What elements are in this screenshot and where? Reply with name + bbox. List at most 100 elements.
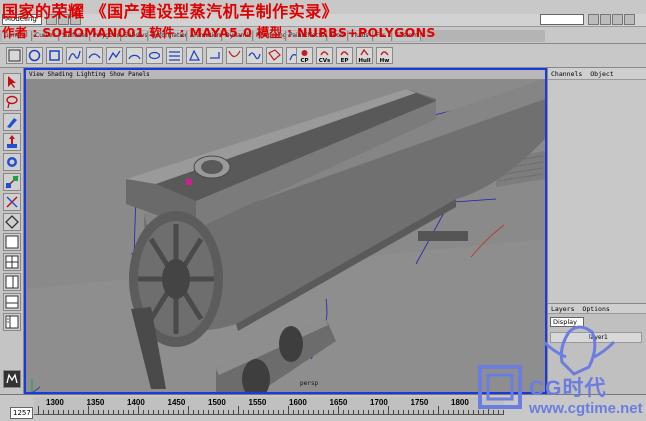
timeline-tick: [338, 406, 339, 414]
timeline-tick-label: 1750: [410, 398, 429, 407]
timeline-tick: [88, 406, 89, 414]
options-menu[interactable]: Options: [582, 305, 609, 313]
channel-box: Channels Object: [547, 68, 646, 303]
timeline-tick-label: 1800: [451, 398, 469, 407]
panel-menu-view[interactable]: View: [29, 71, 43, 78]
perspective-viewport[interactable]: View Shading Lighting Show Panels persp: [24, 68, 547, 394]
timeline-tick: [428, 410, 429, 414]
boundary-icon[interactable]: [246, 47, 263, 64]
square-surface-icon[interactable]: [266, 47, 283, 64]
timeline-tick: [118, 410, 119, 414]
cgtime-watermark: CG时代 www.cgtime.net: [474, 322, 646, 421]
cv-curve-icon[interactable]: [66, 47, 83, 64]
circle-icon[interactable]: [26, 47, 43, 64]
timeline-tick: [453, 410, 454, 414]
timeline-tick: [93, 410, 94, 414]
timeline-tick-label: 1700: [370, 398, 388, 407]
timeline-tick: [138, 406, 139, 414]
timeline-tick: [343, 410, 344, 414]
timeline-tick: [273, 410, 274, 414]
timeline-tick: [153, 410, 154, 414]
layers-menu[interactable]: Layers: [551, 305, 574, 313]
paint-select-icon[interactable]: [3, 113, 21, 131]
timeline-tick: [448, 410, 449, 414]
timeline-tick: [208, 410, 209, 414]
timeline-tick: [298, 410, 299, 414]
cp-button[interactable]: CP: [296, 47, 313, 64]
timeline-tick: [278, 410, 279, 414]
scale-tool-icon[interactable]: [3, 173, 21, 191]
channel-box-toggle-icon[interactable]: [624, 14, 635, 25]
timeline-tick: [108, 410, 109, 414]
timeline-tick: [233, 410, 234, 414]
timeline-tick: [368, 410, 369, 414]
render-icon[interactable]: [588, 14, 599, 25]
camera-label: persp: [300, 380, 319, 387]
timeline-tick: [408, 410, 409, 414]
panel-menu-panels[interactable]: Panels: [128, 71, 150, 78]
select-square-icon[interactable]: [6, 47, 23, 64]
stacked-layout-icon[interactable]: [3, 293, 21, 311]
current-frame-field[interactable]: 1257: [10, 407, 33, 419]
panel-menu-show[interactable]: Show: [110, 71, 124, 78]
cvs-button[interactable]: CVs: [316, 47, 333, 64]
panel-menu-lighting[interactable]: Lighting: [77, 71, 106, 78]
four-pane-layout-icon[interactable]: [3, 253, 21, 271]
panel-menu-shading[interactable]: Shading: [47, 71, 72, 78]
side-layout-icon[interactable]: [3, 273, 21, 291]
pencil-curve-icon[interactable]: [106, 47, 123, 64]
render-globals-icon[interactable]: [612, 14, 623, 25]
channel-box-menu: Channels Object: [548, 68, 646, 80]
select-tool-icon[interactable]: [3, 73, 21, 91]
outliner-layout-icon[interactable]: [3, 313, 21, 331]
timeline-tick: [48, 410, 49, 414]
timeline-tick: [53, 410, 54, 414]
timeline-tick: [128, 410, 129, 414]
ipr-render-icon[interactable]: [600, 14, 611, 25]
manipulator-tool-icon[interactable]: [3, 193, 21, 211]
last-tool-icon[interactable]: [3, 213, 21, 231]
timeline-tick: [193, 410, 194, 414]
timeline-tick-label: 1550: [248, 398, 267, 407]
timeline-tick: [313, 410, 314, 414]
arc-icon[interactable]: [126, 47, 143, 64]
timeline-tick: [113, 410, 114, 414]
overlay-subtitle: 作者 : SOHOMAN001 软件 : MAYA5.0 模型 : NURBS+…: [2, 25, 436, 40]
timeline-tick: [258, 410, 259, 414]
timeline-tick: [323, 410, 324, 414]
extrude-icon[interactable]: [206, 47, 223, 64]
timeline-tick-label: 1500: [208, 398, 226, 407]
revolve-icon[interactable]: [146, 47, 163, 64]
move-tool-icon[interactable]: [3, 133, 21, 151]
lasso-tool-icon[interactable]: [3, 93, 21, 111]
object-menu[interactable]: Object: [590, 70, 613, 78]
command-field[interactable]: [540, 14, 584, 25]
timeline-tick: [218, 410, 219, 414]
timeline-tick-label: 1300: [46, 398, 64, 407]
planar-icon[interactable]: [186, 47, 203, 64]
ep-button[interactable]: EP: [336, 47, 353, 64]
timeline-tick: [458, 410, 459, 414]
timeline-tick-label: 1350: [86, 398, 105, 407]
bevel-icon[interactable]: [226, 47, 243, 64]
time-ruler[interactable]: 1300 1350 1400 1450 1500 1550 1600 1650 1700 1750…: [34, 397, 504, 415]
square-curve-icon[interactable]: [46, 47, 63, 64]
timeline-tick: [283, 410, 284, 414]
loft-icon[interactable]: [166, 47, 183, 64]
timeline-tick: [468, 410, 469, 414]
hw-button[interactable]: Hw: [376, 47, 393, 64]
hull-button[interactable]: Hull: [356, 47, 373, 64]
watermark-title: CG时代: [529, 377, 607, 400]
timeline-tick: [143, 410, 144, 414]
timeline-tick: [348, 410, 349, 414]
timeline-tick-label: 1450: [167, 398, 186, 407]
single-pane-layout-icon[interactable]: [3, 233, 21, 251]
ep-curve-icon[interactable]: [86, 47, 103, 64]
timeline-tick: [318, 410, 319, 414]
timeline-tick: [63, 410, 64, 414]
timeline-tick: [248, 410, 249, 414]
channels-menu[interactable]: Channels: [551, 70, 582, 78]
timeline-tick: [288, 406, 289, 414]
rotate-tool-icon[interactable]: [3, 153, 21, 171]
timeline-tick: [353, 410, 354, 414]
